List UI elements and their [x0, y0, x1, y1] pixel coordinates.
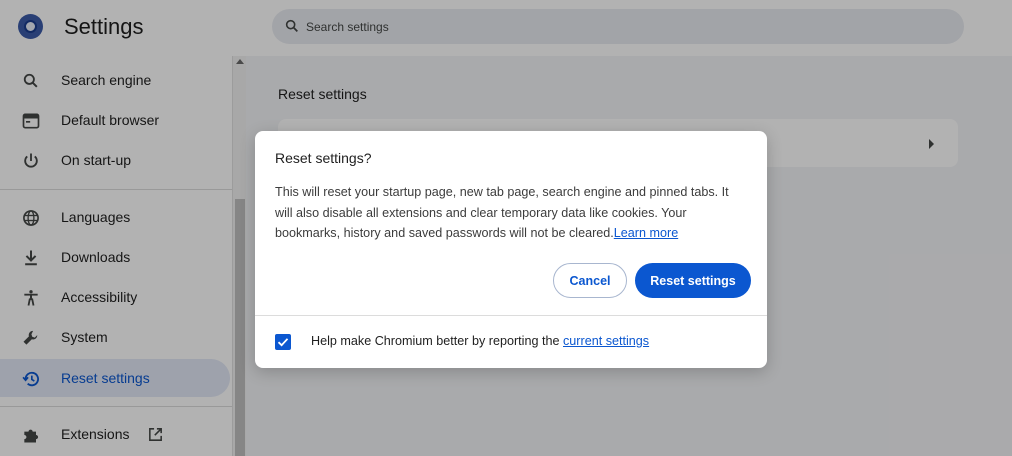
reset-settings-button[interactable]: Reset settings — [635, 263, 751, 298]
dialog-title: Reset settings? — [275, 150, 372, 166]
learn-more-link[interactable]: Learn more — [614, 226, 678, 240]
cancel-button[interactable]: Cancel — [553, 263, 627, 298]
dialog-divider — [255, 315, 767, 316]
checkbox-text: Help make Chromium better by reporting t… — [311, 334, 563, 348]
dialog-body: This will reset your startup page, new t… — [275, 182, 747, 244]
report-settings-checkbox[interactable] — [275, 334, 291, 350]
checkmark-icon — [277, 338, 289, 347]
reset-settings-dialog: Reset settings? This will reset your sta… — [255, 131, 767, 368]
current-settings-link[interactable]: current settings — [563, 334, 649, 348]
checkbox-label: Help make Chromium better by reporting t… — [311, 334, 649, 348]
